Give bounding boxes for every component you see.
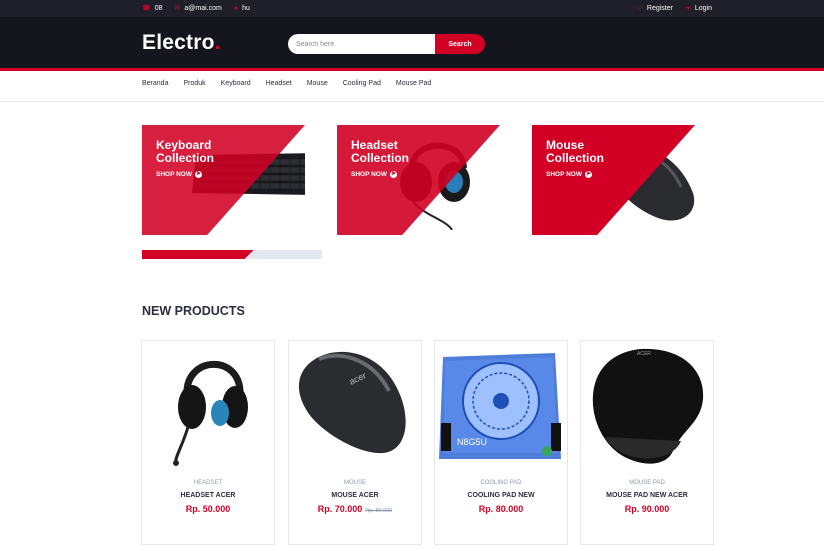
product-image-headset: [173, 360, 248, 466]
arrow-circle-icon: ➤: [195, 171, 202, 178]
product-name[interactable]: COOLING PAD NEW: [435, 492, 567, 499]
sign-in-icon: ➜: [684, 5, 691, 12]
shop-now-text: SHOP NOW: [351, 171, 387, 178]
product-card[interactable]: acer MOUSE MOUSE ACER Rp. 70.000 Rp. 80.0…: [288, 340, 422, 545]
slider-progress-bar: [142, 250, 322, 259]
envelope-icon: ✉: [174, 5, 181, 12]
product-name[interactable]: MOUSE PAD NEW ACER: [581, 492, 713, 499]
product-card[interactable]: HEADSET HEADSET ACER Rp. 50.000: [141, 340, 275, 545]
collection-title: Mouse Collection: [546, 138, 605, 165]
product-name[interactable]: MOUSE ACER: [289, 492, 421, 499]
price-value: Rp. 90.000: [624, 504, 670, 514]
search-button[interactable]: Search: [435, 34, 485, 54]
shop-now-link[interactable]: SHOP NOW ➤: [156, 171, 202, 178]
phone-text: 08: [154, 4, 163, 12]
price-value: Rp. 80.000: [478, 504, 524, 514]
price-value: Rp. 70.000: [317, 504, 363, 514]
top-bar: ☎ 08 ✉ a@mai.com ● hu ☺ Register ➜ Login: [0, 0, 824, 17]
header: Electro. Search: [0, 17, 824, 68]
section-title: NEW PRODUCTS: [142, 304, 245, 318]
product-price: Rp. 90.000: [581, 504, 713, 514]
map-marker-icon: ●: [233, 4, 239, 12]
slider-progress-fill: [142, 250, 254, 259]
nav-item-mouse-pad[interactable]: Mouse Pad: [396, 80, 431, 87]
product-image-mouse: acer: [298, 351, 406, 454]
shop-now-text: SHOP NOW: [156, 171, 192, 178]
email-text: a@mai.com: [184, 4, 222, 12]
location-link[interactable]: ● hu: [234, 4, 250, 12]
product-category: MOUSE: [343, 480, 366, 486]
product-category: HEADSET: [193, 480, 223, 486]
location-text: hu: [242, 4, 250, 12]
shop-now-link[interactable]: SHOP NOW ➤: [351, 171, 397, 178]
arrow-circle-icon: ➤: [390, 171, 397, 178]
price-value: Rp. 50.000: [185, 504, 231, 514]
product-image-mouse-pad: ACER: [592, 348, 704, 464]
arrow-circle-icon: ➤: [585, 171, 592, 178]
search-input[interactable]: [288, 34, 435, 54]
phone-link[interactable]: ☎ 08: [142, 4, 163, 13]
product-price: Rp. 70.000 Rp. 80.000: [289, 504, 421, 514]
collection-title: Keyboard Collection: [156, 138, 215, 165]
register-link[interactable]: ☺ Register: [636, 4, 673, 12]
nav-item-keyboard[interactable]: Keyboard: [221, 80, 251, 87]
logo-text: Electro: [142, 31, 215, 54]
collection-headset[interactable]: Headset Collection SHOP NOW ➤: [337, 125, 500, 235]
login-text: Login: [694, 4, 712, 12]
nav-item-beranda[interactable]: Beranda: [142, 80, 168, 87]
product-card[interactable]: N8G5U COOLING PAD COOLING PAD NEW Rp. 80…: [434, 340, 568, 545]
cooling-pad-label: N8G5U: [457, 437, 487, 447]
main-nav: Beranda Produk Keyboard Headset Mouse Co…: [0, 71, 824, 102]
collection-mouse[interactable]: Mouse Collection SHOP NOW ➤: [532, 125, 695, 235]
product-category: COOLING PAD: [480, 480, 522, 486]
shop-now-text: SHOP NOW: [546, 171, 582, 178]
login-link[interactable]: ➜ Login: [684, 4, 712, 13]
logo[interactable]: Electro.: [142, 31, 221, 55]
product-card[interactable]: ACER MOUSE PAD MOUSE PAD NEW ACER Rp. 90…: [580, 340, 714, 545]
register-text: Register: [646, 4, 673, 12]
nav-item-produk[interactable]: Produk: [183, 80, 205, 87]
search-bar: Search: [288, 34, 485, 54]
email-link[interactable]: ✉ a@mai.com: [174, 4, 222, 13]
nav-item-headset[interactable]: Headset: [266, 80, 292, 87]
old-price-value: Rp. 80.000: [365, 508, 393, 514]
product-price: Rp. 80.000: [435, 504, 567, 514]
nav-item-mouse[interactable]: Mouse: [307, 80, 328, 87]
product-image-cooling-pad: N8G5U: [439, 353, 561, 459]
mousepad-brand-text: ACER: [637, 351, 651, 357]
nav-item-cooling-pad[interactable]: Cooling Pad: [343, 80, 381, 87]
logo-dot: .: [214, 31, 221, 54]
collection-title: Headset Collection: [351, 138, 410, 165]
collection-keyboard[interactable]: Keyboard Collection SHOP NOW ➤: [142, 125, 305, 235]
phone-icon: ☎: [142, 5, 151, 12]
user-plus-icon: ☺: [635, 4, 643, 12]
product-category: MOUSE PAD: [629, 480, 665, 486]
product-price: Rp. 50.000: [142, 504, 274, 514]
shop-now-link[interactable]: SHOP NOW ➤: [546, 171, 592, 178]
product-name[interactable]: HEADSET ACER: [142, 492, 274, 499]
